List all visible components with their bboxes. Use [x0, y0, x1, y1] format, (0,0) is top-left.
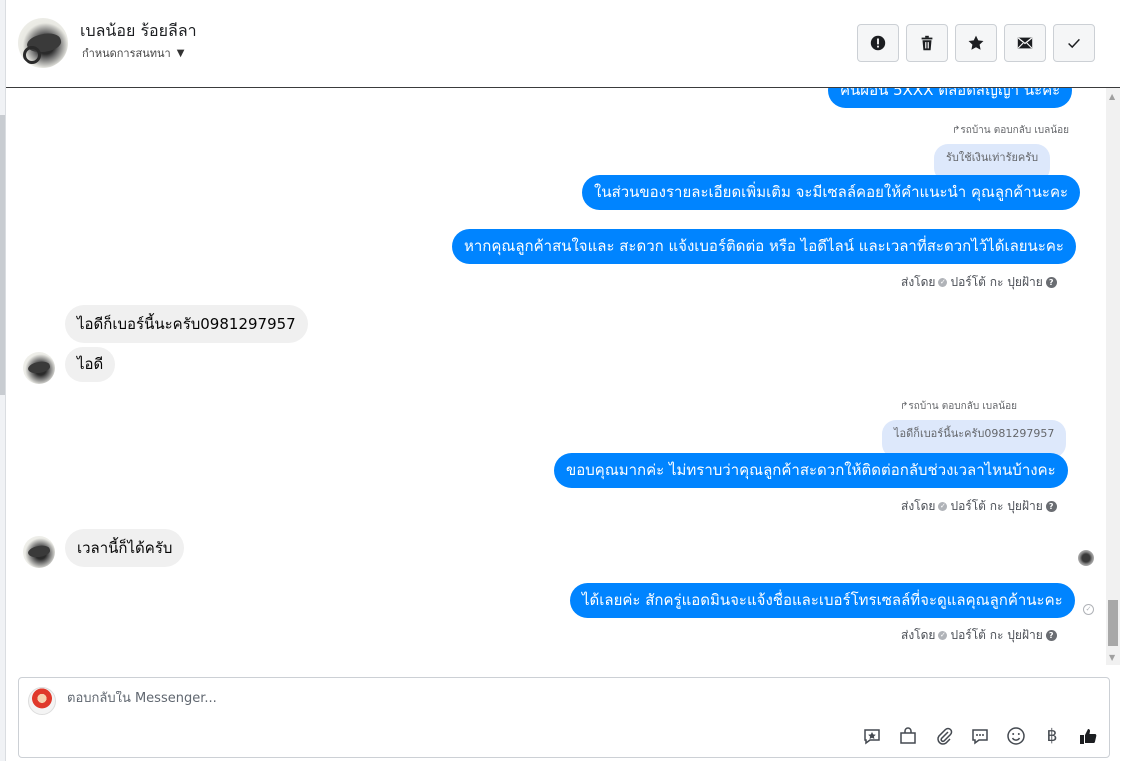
attach-button[interactable]: [933, 725, 955, 747]
composer-tools: ฿: [861, 725, 1099, 747]
help-icon[interactable]: ?: [1045, 501, 1057, 512]
envelope-icon: [1017, 37, 1033, 49]
assign-label: กำหนดการสนทนา: [82, 47, 171, 60]
verified-icon: ✓: [938, 502, 948, 511]
incoming-message[interactable]: ไอดี: [65, 347, 116, 382]
scrollbar-thumb[interactable]: [1108, 600, 1118, 646]
incoming-message[interactable]: เวลานี้ก็ได้ครับ: [65, 529, 185, 567]
contact-name[interactable]: เบลน้อย ร้อยลีลา: [80, 19, 197, 44]
outgoing-message[interactable]: ในส่วนของรายละเอียดเพิ่มเติม จะมีเซลล์คอ…: [582, 175, 1081, 210]
thread-scrollbar[interactable]: ▲ ▼: [1106, 88, 1120, 665]
shop-button[interactable]: [897, 725, 919, 747]
alert-circle-icon: [870, 35, 886, 51]
delivered-icon: ✓: [1083, 604, 1094, 615]
emoji-icon: [1007, 727, 1025, 745]
star-button[interactable]: [955, 24, 997, 62]
emoji-button[interactable]: [1005, 725, 1027, 747]
right-edge: [1120, 0, 1131, 761]
left-scrollbar-thumb[interactable]: [0, 115, 5, 395]
sent-by-prefix: ส่งโดย: [901, 628, 936, 642]
star-icon: [968, 35, 984, 50]
thumbs-up-icon: [1080, 729, 1097, 744]
caret-down-icon: ▼: [176, 47, 185, 59]
done-button[interactable]: [1053, 24, 1095, 62]
trash-icon: [921, 35, 933, 51]
contact-avatar[interactable]: [23, 536, 55, 568]
like-button[interactable]: [1077, 725, 1099, 747]
seen-by-avatar: [1078, 550, 1094, 566]
outgoing-message[interactable]: คืนผ่อน 5XXX ตลอดสัญญา นะคะ: [828, 88, 1073, 108]
saved-reply-icon: [864, 729, 880, 745]
incoming-message[interactable]: ไอดีก็เบอร์นี้นะครับ0981297957: [65, 305, 308, 343]
quick-reply-button[interactable]: [969, 725, 991, 747]
checkmark-icon: [1068, 38, 1080, 49]
paperclip-icon: [937, 727, 953, 745]
assign-conversation-dropdown[interactable]: กำหนดการสนทนา ▼: [82, 44, 184, 62]
chat-bubble-icon: [972, 729, 988, 745]
message-composer: ฿: [18, 677, 1110, 758]
sent-by-label: ส่งโดย ✓ ปอร์โต้ กะ ปุยฝ้าย ?: [901, 497, 1057, 516]
sent-by-label: ส่งโดย ✓ ปอร์โต้ กะ ปุยฝ้าย ?: [901, 626, 1057, 645]
sent-by-name[interactable]: ปอร์โต้ กะ ปุยฝ้าย: [950, 626, 1042, 645]
sent-by-prefix: ส่งโดย: [901, 275, 936, 289]
message-thread[interactable]: คืนผ่อน 5XXX ตลอดสัญญา นะคะ ↱รถบ้าน ตอบก…: [6, 88, 1106, 665]
delete-button[interactable]: [906, 24, 948, 62]
sent-by-prefix: ส่งโดย: [901, 499, 936, 513]
verified-icon: ✓: [938, 631, 948, 640]
contact-avatar[interactable]: [23, 352, 55, 384]
verified-icon: ✓: [938, 278, 948, 287]
outgoing-message[interactable]: ได้เลยค่ะ สักครู่แอดมินจะแจ้งชื่อและเบอร…: [570, 583, 1075, 618]
outgoing-message[interactable]: ขอบคุณมากค่ะ ไม่ทราบว่าคุณลูกค้าสะดวกให้…: [554, 453, 1068, 488]
help-icon[interactable]: ?: [1045, 277, 1057, 288]
sent-by-label: ส่งโดย ✓ ปอร์โต้ กะ ปุยฝ้าย ?: [901, 273, 1057, 292]
page-avatar: [28, 687, 56, 715]
reply-note: ↱รถบ้าน ตอบกลับ เบลน้อย: [952, 125, 1069, 136]
sent-by-name[interactable]: ปอร์โต้ กะ ปุยฝ้าย: [950, 273, 1042, 292]
scroll-down-arrow-icon[interactable]: ▼: [1109, 653, 1115, 662]
contact-avatar[interactable]: [18, 18, 68, 68]
outgoing-message[interactable]: หากคุณลูกค้าสนใจและ สะดวก แจ้งเบอร์ติดต่…: [452, 229, 1076, 264]
conversation-header: เบลน้อย ร้อยลีลา กำหนดการสนทนา ▼: [6, 0, 1120, 88]
sent-by-name[interactable]: ปอร์โต้ กะ ปุยฝ้าย: [950, 497, 1042, 516]
header-actions: [857, 24, 1095, 62]
spam-button[interactable]: [857, 24, 899, 62]
help-icon[interactable]: ?: [1045, 630, 1057, 641]
saved-reply-button[interactable]: [861, 725, 883, 747]
reply-input[interactable]: [67, 691, 967, 706]
mark-unread-button[interactable]: [1004, 24, 1046, 62]
scroll-up-arrow-icon[interactable]: ▲: [1109, 92, 1115, 101]
baht-icon[interactable]: ฿: [1041, 725, 1063, 747]
reply-note: ↱รถบ้าน ตอบกลับ เบลน้อย: [900, 401, 1017, 412]
shopping-bag-icon: [900, 727, 916, 744]
